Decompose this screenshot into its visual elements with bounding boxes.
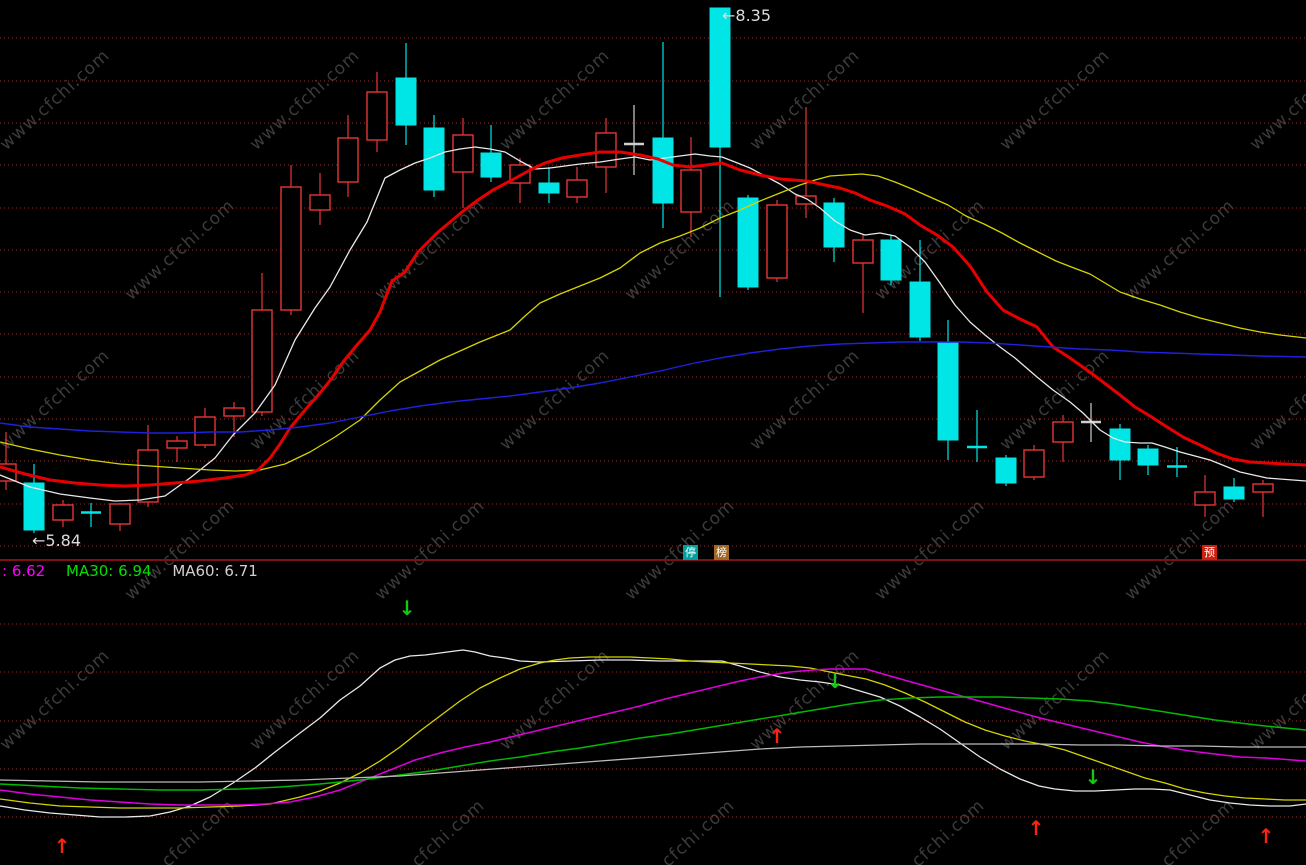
candle-up (337, 115, 359, 197)
candle-down (538, 167, 560, 203)
price-annotation: ←5.84 (32, 531, 81, 550)
candle-up (595, 118, 617, 193)
candle-up (1252, 480, 1274, 517)
candle-down (1223, 478, 1245, 502)
candle-up (566, 167, 588, 203)
candle-down (967, 410, 987, 462)
candle-up (194, 408, 216, 448)
series-ind-yellow (0, 656, 1306, 809)
buy-signal-arrow: ↑ (54, 834, 71, 858)
candle-up (766, 200, 788, 282)
candle-doji (1081, 403, 1101, 442)
candle-down (937, 320, 959, 460)
candle-up (309, 173, 331, 225)
series-ind-magenta-ma20 (0, 668, 1306, 806)
series-ind-gray-ma60 (0, 743, 1306, 783)
candle-up (1023, 445, 1045, 480)
candle-up (109, 503, 131, 531)
buy-signal-arrow: ↑ (769, 724, 786, 748)
main-price-panel: ←8.35 ←5.84 (0, 6, 1306, 550)
event-badge[interactable]: 预 (1202, 545, 1217, 560)
candle-up (280, 165, 302, 315)
buy-signal-arrow: ↑ (1258, 824, 1275, 848)
candle-up (251, 273, 273, 416)
candle-down (652, 42, 674, 228)
candle-down (823, 198, 845, 262)
candle-down (880, 235, 902, 285)
candle-up (366, 72, 388, 152)
sell-signal-arrow: ↓ (399, 596, 416, 620)
stock-chart-window: www.cfchi.com www.cfchi.com www.cfchi.com w… (0, 0, 1306, 865)
candle-up (1194, 475, 1216, 517)
candle-down (81, 503, 101, 527)
candle-down (480, 125, 502, 182)
candle-down (909, 240, 931, 341)
candle-down (995, 455, 1017, 486)
event-badge[interactable]: 停 (683, 545, 698, 560)
candle-up (452, 118, 474, 208)
candle-up (1052, 415, 1074, 462)
buy-signal-arrow: ↑ (1028, 816, 1045, 840)
candle-down (1137, 445, 1159, 475)
candle-up (166, 436, 188, 462)
candle-down (395, 43, 417, 145)
candle-down (1109, 424, 1131, 480)
candle-up (795, 107, 817, 218)
series-ind-green-ma30 (0, 696, 1306, 791)
series-ind-white-fast (0, 649, 1306, 818)
chart-canvas[interactable]: ←8.35 ←5.84 ↑ ↓ ↑ ↓ ↑ ↓ ↑ (0, 0, 1306, 865)
event-badge[interactable]: 榜 (714, 545, 729, 560)
sell-signal-arrow: ↓ (827, 669, 844, 693)
candle-up (680, 137, 702, 237)
indicator-panel: ↑ ↓ ↑ ↓ ↑ ↓ ↑ (0, 596, 1306, 858)
candle-up (852, 235, 874, 313)
candle-down (709, 7, 731, 297)
sell-signal-arrow: ↓ (1085, 765, 1102, 789)
price-annotation: ←8.35 (722, 6, 771, 25)
